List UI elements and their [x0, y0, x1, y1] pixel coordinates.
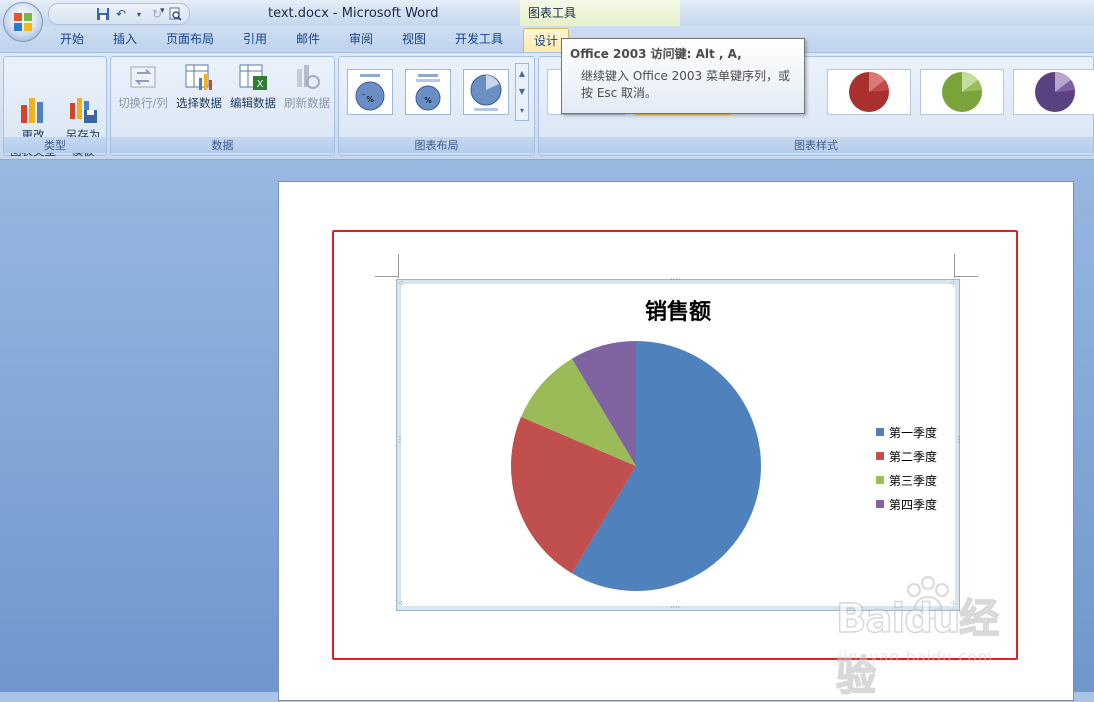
baidu-watermark: Baidu经验 jingyan.baidu.com — [835, 576, 1036, 701]
legend-item: 第三季度 — [876, 468, 937, 492]
type-group: 更改 图表类型 另存为 模板 类型 — [3, 56, 107, 158]
chart-tools-label: 图表工具 — [528, 6, 577, 20]
crop-mark — [398, 254, 399, 278]
watermark-site: jingyan.baidu.com — [838, 648, 994, 666]
crop-mark — [375, 276, 399, 277]
switch-row-column-icon — [127, 61, 159, 93]
resize-handle-top-right[interactable]: ⁘ — [950, 280, 957, 288]
legend-label: 第三季度 — [889, 473, 938, 488]
chart-layout-1-thumb[interactable]: % – — [347, 69, 393, 115]
legend-item: 第二季度 — [876, 444, 937, 468]
ribbon-tab-bar: 开始 插入 页面布局 引用 邮件 审阅 视图 开发工具 设计 — [0, 26, 1094, 54]
legend-swatch — [876, 500, 884, 508]
chart-style-green-thumb[interactable] — [920, 69, 1004, 115]
crop-mark — [954, 276, 978, 277]
refresh-data-label: 刷新数据 — [284, 96, 330, 110]
chart-type-icon — [17, 77, 49, 123]
switch-row-column-label: 切换行/列 — [118, 96, 168, 110]
chart-title[interactable]: 销售额 — [628, 294, 728, 326]
window-title: text.docx - Microsoft Word — [268, 6, 439, 21]
undo-icon[interactable]: ↶ — [113, 6, 129, 22]
tab-home[interactable]: 开始 — [60, 30, 84, 47]
access-key-tooltip: Office 2003 访问键: Alt , A, 继续键入 Office 20… — [561, 38, 805, 114]
resize-handle-top[interactable]: ···· — [670, 276, 680, 284]
chart-legend[interactable]: 第一季度 第二季度 第三季度 第四季度 — [876, 420, 937, 516]
svg-text:X: X — [257, 79, 264, 90]
resize-handle-right[interactable]: ⋮ — [955, 436, 963, 444]
refresh-data-button[interactable]: 刷新数据 — [281, 61, 333, 111]
chart-layout-3-thumb[interactable] — [463, 69, 509, 115]
save-template-icon — [67, 77, 99, 123]
resize-handle-bottom-left[interactable]: ⁘ — [398, 600, 405, 608]
resize-handle-bottom[interactable]: ···· — [670, 604, 680, 612]
switch-row-column-button[interactable]: 切换行/列 — [115, 61, 171, 111]
quick-access-toolbar: ↶ ▾ ↻ — [48, 3, 190, 25]
data-group: 切换行/列 选择数据 X 编辑数据 刷新数据 数据 — [110, 56, 335, 156]
legend-item: 第一季度 — [876, 420, 937, 444]
ribbon: 更改 图表类型 另存为 模板 类型 切换行/列 选择数据 X — [0, 52, 1094, 160]
legend-label: 第二季度 — [889, 449, 938, 464]
edit-data-button[interactable]: X 编辑数据 — [227, 61, 279, 111]
tab-references[interactable]: 引用 — [243, 30, 267, 47]
tab-mailings[interactable]: 邮件 — [296, 30, 320, 47]
select-data-button[interactable]: 选择数据 — [173, 61, 225, 111]
save-icon[interactable] — [95, 6, 111, 22]
chart-layout-group: % – % ▲ ▼ ▾ 图表布局 — [338, 56, 535, 156]
print-preview-icon[interactable] — [167, 6, 183, 22]
chart-styles-group-label: 图表样式 — [539, 137, 1093, 153]
scroll-up-icon[interactable]: ▲ — [519, 69, 525, 78]
chart-tools-context-header: 图表工具 — [520, 0, 680, 26]
type-group-label: 类型 — [4, 137, 106, 153]
title-bar: ↶ ▾ ↻ ▾ 图表工具 text.docx - Microsoft Word — [0, 0, 1094, 26]
office-button[interactable] — [3, 2, 43, 42]
resize-handle-left[interactable]: ⋮ — [396, 436, 404, 444]
chart-layout-2-thumb[interactable]: % — [405, 69, 451, 115]
svg-text:%: % — [424, 96, 432, 105]
edit-data-icon: X — [237, 61, 269, 93]
undo-dropdown-icon[interactable]: ▾ — [131, 6, 147, 22]
tab-view[interactable]: 视图 — [402, 30, 426, 47]
scroll-down-icon[interactable]: ▼ — [519, 87, 525, 96]
customize-qat-icon[interactable]: ▾ — [160, 6, 165, 16]
chart-layout-group-label: 图表布局 — [339, 137, 534, 153]
chart-style-purple-thumb[interactable] — [1013, 69, 1094, 115]
tab-review[interactable]: 审阅 — [349, 30, 373, 47]
crop-mark — [954, 254, 955, 278]
tab-page-layout[interactable]: 页面布局 — [166, 30, 214, 47]
legend-item: 第四季度 — [876, 492, 937, 516]
svg-text:%: % — [366, 95, 374, 104]
data-group-label: 数据 — [111, 137, 334, 153]
legend-swatch — [876, 476, 884, 484]
pie-chart[interactable] — [510, 340, 762, 592]
resize-handle-top-left[interactable]: ⁘ — [398, 280, 405, 288]
layout-gallery-scroll[interactable]: ▲ ▼ ▾ — [515, 63, 529, 121]
gallery-more-icon[interactable]: ▾ — [520, 106, 524, 115]
refresh-data-icon — [291, 61, 323, 93]
tooltip-body: 继续键入 Office 2003 菜单键序列，或按 Esc 取消。 — [581, 69, 791, 100]
chart-style-red-thumb[interactable] — [827, 69, 911, 115]
legend-label: 第一季度 — [889, 425, 938, 440]
edit-data-label: 编辑数据 — [230, 96, 276, 110]
watermark-brand: Baidu经验 — [835, 595, 1000, 701]
legend-label: 第四季度 — [889, 497, 938, 512]
legend-swatch — [876, 452, 884, 460]
office-logo-icon — [14, 13, 32, 31]
tooltip-title: Office 2003 访问键: Alt , A, — [570, 47, 742, 61]
select-data-icon — [183, 61, 215, 93]
tab-developer[interactable]: 开发工具 — [455, 30, 503, 47]
tab-insert[interactable]: 插入 — [113, 30, 137, 47]
select-data-label: 选择数据 — [176, 96, 222, 110]
legend-swatch — [876, 428, 884, 436]
svg-text:–: – — [362, 90, 366, 98]
